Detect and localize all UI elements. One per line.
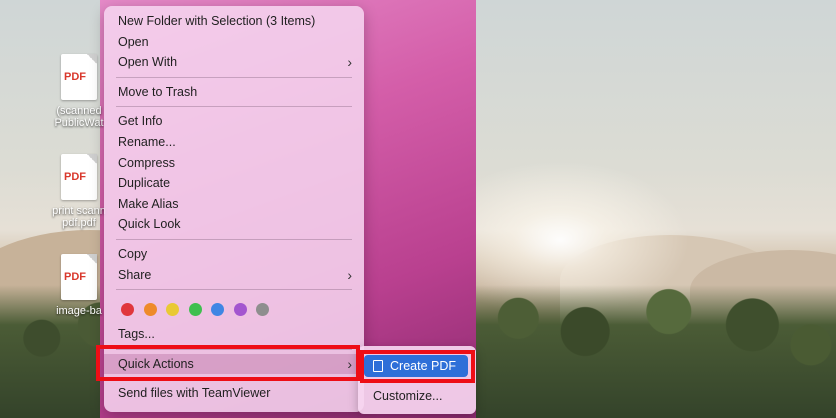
pdf-file-icon: PDF (61, 154, 97, 200)
menu-item-label: Open With (118, 55, 178, 70)
menu-item-move-to-trash[interactable]: Move to Trash (104, 82, 364, 103)
menu-separator (116, 106, 352, 108)
pdf-badge: PDF (64, 271, 86, 283)
menu-item-rename[interactable]: Rename... (104, 132, 364, 153)
quick-actions-highlight-frame (96, 345, 360, 381)
pdf-file-icon: PDF (61, 254, 97, 300)
menu-separator (116, 76, 352, 78)
tag-red-dot[interactable] (121, 302, 134, 316)
menu-item-tags[interactable]: Tags... (104, 324, 364, 345)
menu-item-send-teamviewer[interactable]: Send files with TeamViewer (104, 383, 364, 404)
menu-separator (116, 238, 352, 240)
pdf-badge: PDF (64, 171, 86, 183)
chevron-right-icon: › (347, 266, 352, 283)
menu-item-open[interactable]: Open (104, 32, 364, 53)
tag-gray-dot[interactable] (256, 302, 269, 316)
tag-green-dot[interactable] (188, 302, 202, 316)
tag-color-row (104, 294, 364, 324)
tag-purple-dot[interactable] (233, 302, 247, 316)
menu-item-label: Share (118, 267, 152, 282)
tag-orange-dot[interactable] (143, 302, 157, 316)
menu-item-duplicate[interactable]: Duplicate (104, 173, 364, 194)
menu-item-copy[interactable]: Copy (104, 244, 364, 265)
menu-separator (116, 289, 352, 291)
menu-item-get-info[interactable]: Get Info (104, 111, 364, 132)
tag-blue-dot[interactable] (211, 302, 224, 316)
pdf-file-icon: PDF (61, 54, 97, 100)
tag-yellow-dot[interactable] (166, 302, 179, 316)
menu-item-compress[interactable]: Compress (104, 153, 364, 174)
pdf-badge: PDF (64, 71, 86, 83)
menu-item-share[interactable]: Share › (104, 265, 364, 286)
customize-menu-item[interactable]: Customize... (373, 389, 442, 403)
menu-item-quick-look[interactable]: Quick Look (104, 214, 364, 235)
menu-item-open-with[interactable]: Open With › (104, 52, 364, 73)
menu-item-new-folder-with-selection[interactable]: New Folder with Selection (3 Items) (104, 11, 364, 32)
create-pdf-highlight-frame (360, 350, 475, 383)
chevron-right-icon: › (347, 54, 352, 71)
menu-item-make-alias[interactable]: Make Alias (104, 194, 364, 215)
